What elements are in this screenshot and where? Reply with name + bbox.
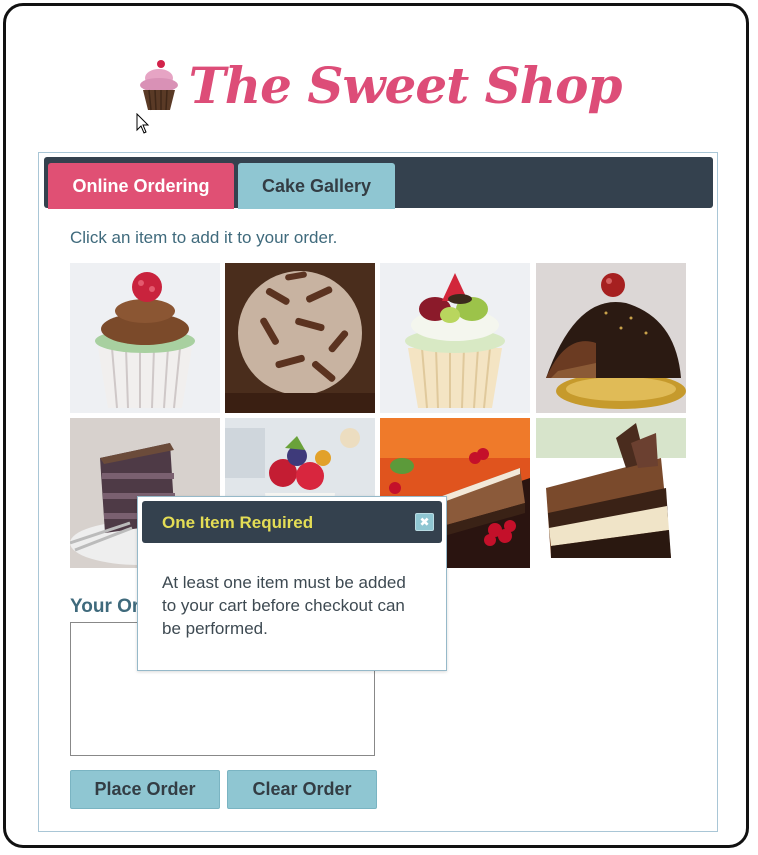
mousse-cake-slice-image [536,418,686,568]
ordering-panel: Online Ordering Cake Gallery Click an it… [38,152,718,832]
page-title: The Sweet Shop [188,55,623,115]
product-item[interactable] [536,418,686,568]
product-item[interactable] [225,263,375,413]
dialog-titlebar: One Item Required ✖ [142,501,442,543]
place-order-button[interactable]: Place Order [70,770,220,809]
close-icon[interactable]: ✖ [415,513,434,531]
dialog-message: At least one item must be added to your … [162,573,406,638]
mouse-cursor-icon [136,113,150,134]
dialog-title: One Item Required [162,513,314,532]
fruit-cupcake-image [380,263,530,413]
chocolate-curl-cupcake-image [225,263,375,413]
tab-bar: Online Ordering Cake Gallery [44,157,713,209]
product-item[interactable] [536,263,686,413]
chocolate-dome-cake-image [536,263,686,413]
site-header: The Sweet Shop [0,50,758,120]
tab-cake-gallery[interactable]: Cake Gallery [238,163,395,209]
raspberry-cupcake-image [70,263,220,413]
tab-online-ordering[interactable]: Online Ordering [48,163,234,209]
cupcake-icon [139,60,178,111]
alert-dialog: One Item Required ✖ At least one item mu… [137,496,447,671]
product-item[interactable] [380,263,530,413]
instruction-text: Click an item to add it to your order. [70,228,338,247]
clear-order-button[interactable]: Clear Order [227,770,377,809]
product-item[interactable] [70,263,220,413]
